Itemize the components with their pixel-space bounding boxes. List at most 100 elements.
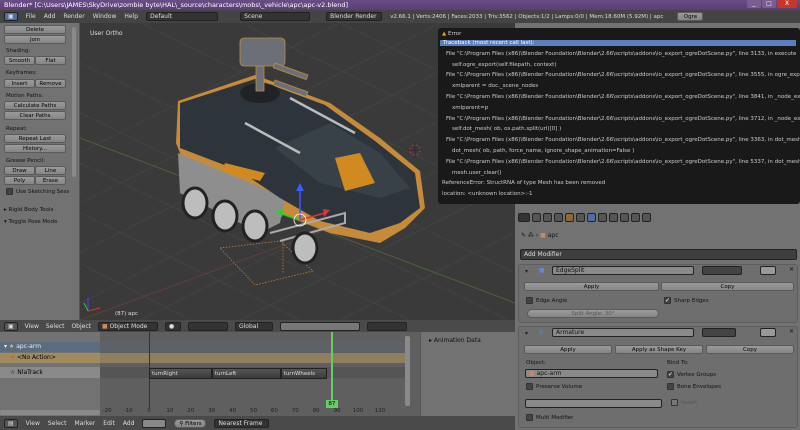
insert-keyframe-button[interactable]: Insert	[4, 79, 35, 88]
menu-edit[interactable]: Edit	[103, 420, 115, 427]
line-button[interactable]: Line	[35, 166, 66, 175]
material-tab-icon[interactable]	[609, 213, 618, 222]
filter-toggles[interactable]	[142, 418, 167, 428]
filters-button[interactable]: ⚲ Filters	[174, 418, 207, 428]
menu-marker[interactable]: Marker	[74, 420, 95, 427]
menu-render[interactable]: Render	[63, 13, 84, 20]
menu-add[interactable]: Add	[123, 420, 135, 427]
erase-button[interactable]: Erase	[35, 176, 66, 185]
invert-checkbox[interactable]: Invert	[671, 399, 697, 406]
channel-armature[interactable]: ▾ ★ apc-arm	[0, 342, 100, 352]
ogre-button[interactable]: Ogre	[677, 12, 704, 21]
menu-view[interactable]: View	[26, 420, 40, 427]
collapse-icon[interactable]: ▾	[525, 330, 528, 337]
menu-view[interactable]: View	[25, 323, 39, 330]
scene-select[interactable]: Scene	[240, 12, 311, 21]
toolshelf-scrollbar[interactable]	[72, 27, 76, 177]
snap-buttons[interactable]	[366, 321, 407, 331]
menu-object[interactable]: Object	[71, 323, 91, 330]
display-toggles[interactable]	[702, 328, 736, 337]
history-button[interactable]: History...	[4, 144, 66, 153]
armature-object-field[interactable]: ■ apc-arm	[525, 369, 658, 378]
toggle-pose-mode-panel[interactable]: ▾ Toggle Pose Mode	[4, 219, 57, 225]
edge-angle-checkbox[interactable]: Edge Angle	[526, 297, 567, 304]
animation-data-panel[interactable]: ▸ Animation Data	[429, 337, 481, 344]
constraints-tab-icon[interactable]	[576, 213, 585, 222]
remove-modifier-icon[interactable]: ✕	[789, 266, 794, 273]
particles-tab-icon[interactable]	[631, 213, 640, 222]
editor-type-icon[interactable]	[518, 213, 530, 222]
channel-nlatrack[interactable]: ☆ NlaTrack	[0, 367, 100, 378]
nla-strip[interactable]: turnRight	[149, 368, 212, 379]
multi-modifier-checkbox[interactable]: Multi Modifier	[526, 414, 573, 421]
split-angle-slider[interactable]: Split Angle: 30°	[527, 309, 659, 318]
modifier-name-field[interactable]: EdgeSplit	[552, 266, 694, 275]
shading-select[interactable]: ●	[164, 321, 181, 331]
add-modifier-dropdown[interactable]: Add Modifier	[520, 249, 797, 260]
remove-keyframe-button[interactable]: Remove	[35, 79, 66, 88]
layer-buttons[interactable]	[279, 321, 360, 331]
copy-button[interactable]: Copy	[661, 282, 794, 291]
close-button[interactable]: X	[777, 0, 797, 8]
error-title: Error	[447, 31, 462, 37]
copy-button[interactable]: Copy	[706, 345, 794, 354]
texture-tab-icon[interactable]	[620, 213, 629, 222]
calculate-paths-button[interactable]: Calculate Paths	[4, 101, 66, 110]
menu-select[interactable]: Select	[46, 323, 65, 330]
remove-modifier-icon[interactable]: ✕	[789, 328, 794, 335]
world-tab-icon[interactable]	[554, 213, 563, 222]
nla-h-scrollbar[interactable]	[0, 410, 100, 415]
nla-scrollbar[interactable]	[405, 336, 410, 406]
repeat-last-button[interactable]: Repeat Last	[4, 134, 66, 143]
menu-select[interactable]: Select	[48, 420, 67, 427]
vertex-groups-checkbox[interactable]: ✓ Vertex Groups	[667, 371, 716, 378]
menu-file[interactable]: File	[26, 13, 36, 20]
pivot-manipulator-buttons[interactable]	[187, 321, 228, 331]
apply-as-shape-key-button[interactable]: Apply as Shape Key	[615, 345, 703, 354]
playhead[interactable]	[330, 332, 333, 407]
orientation-select[interactable]: Global	[234, 321, 273, 331]
nla-strip[interactable]: turnWheels	[280, 368, 327, 379]
scene-tab-icon[interactable]	[543, 213, 552, 222]
move-buttons[interactable]	[760, 328, 776, 337]
nla-strip[interactable]: turnLeft	[211, 368, 281, 379]
data-tab-icon[interactable]	[598, 213, 607, 222]
sharp-edges-checkbox[interactable]: ✓ Sharp Edges	[664, 297, 709, 304]
menu-window[interactable]: Window	[93, 13, 117, 20]
render-engine-select[interactable]: Blender Render	[326, 12, 383, 21]
editor-type-icon[interactable]: ▣	[4, 321, 18, 331]
menu-add[interactable]: Add	[44, 13, 56, 20]
smooth-button[interactable]: Smooth	[4, 56, 35, 65]
editor-type-icon[interactable]: ▤	[4, 418, 18, 428]
display-toggles[interactable]	[702, 266, 742, 275]
channel-no-action[interactable]: ✦ <No Action>	[0, 353, 100, 363]
physics-tab-icon[interactable]	[642, 213, 651, 222]
delete-button[interactable]: Delete	[4, 25, 66, 34]
collapse-icon[interactable]: ▾	[525, 268, 528, 275]
maximize-button[interactable]: □	[762, 0, 776, 8]
editor-type-icon[interactable]: ▣	[4, 12, 18, 21]
move-buttons[interactable]	[760, 266, 776, 275]
minimize-button[interactable]: _	[747, 0, 761, 8]
current-frame-indicator[interactable]: 87	[325, 400, 338, 408]
vertex-group-field[interactable]	[525, 399, 662, 408]
poly-button[interactable]: Poly	[4, 176, 35, 185]
apply-button[interactable]: Apply	[524, 345, 612, 354]
flat-button[interactable]: Flat	[35, 56, 66, 65]
preserve-volume-checkbox[interactable]: Preserve Volume	[526, 383, 582, 390]
object-tab-icon[interactable]	[565, 213, 574, 222]
modifiers-tab-icon[interactable]	[587, 213, 596, 222]
draw-button[interactable]: Draw	[4, 166, 35, 175]
menu-help[interactable]: Help	[124, 13, 138, 20]
snap-select[interactable]: Nearest Frame	[214, 418, 270, 428]
rigid-body-tools-panel[interactable]: ▸ Rigid Body Tools	[4, 207, 53, 213]
layout-select[interactable]: Default	[146, 12, 219, 21]
clear-paths-button[interactable]: Clear Paths	[4, 111, 66, 120]
bone-envelopes-checkbox[interactable]: Bone Envelopes	[667, 383, 721, 390]
apply-button[interactable]: Apply	[524, 282, 659, 291]
render-tab-icon[interactable]	[532, 213, 541, 222]
modifier-name-field[interactable]: Armature	[552, 328, 694, 337]
use-sketching-checkbox[interactable]: Use Sketching Sess	[6, 188, 69, 195]
mode-select[interactable]: ■ Object Mode	[97, 321, 158, 331]
join-button[interactable]: Join	[4, 35, 66, 44]
